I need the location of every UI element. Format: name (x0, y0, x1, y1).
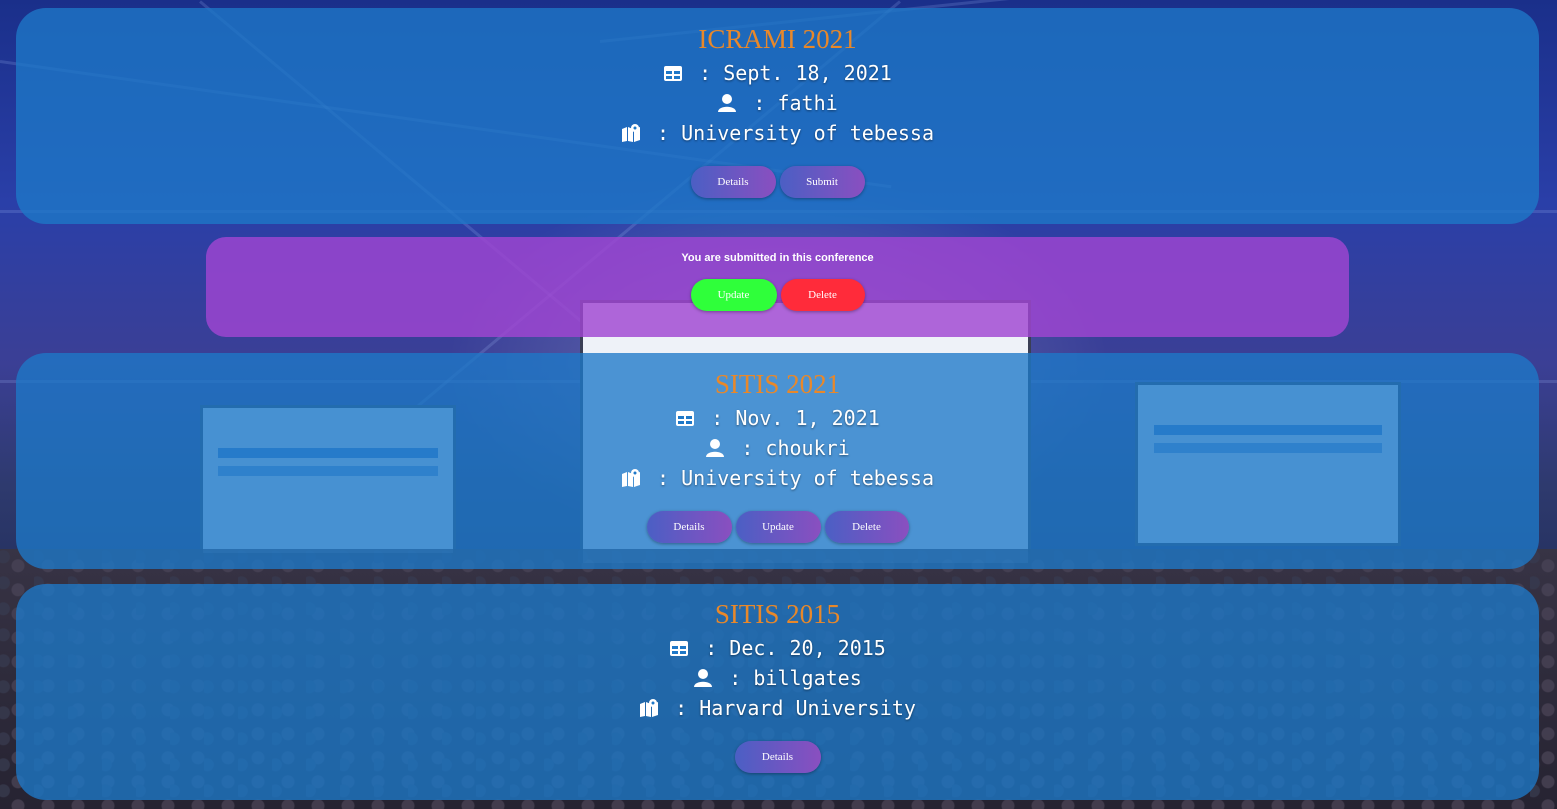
conference-date: Sept. 18, 2021 (723, 61, 892, 85)
conference-location-row: : University of tebessa (16, 123, 1539, 143)
conference-location: University of tebessa (681, 121, 934, 145)
delete-submission-button[interactable]: Delete (780, 279, 865, 311)
conference-user: choukri (765, 436, 850, 460)
update-submission-button[interactable]: Update (690, 279, 777, 311)
conference-user-row: : billgates (16, 668, 1539, 688)
submission-message: You are submitted in this conference (681, 252, 874, 264)
conference-date: Dec. 20, 2015 (729, 636, 886, 660)
map-location-icon (622, 469, 640, 487)
conference-title: SITIS 2021 (714, 369, 841, 399)
conference-location: University of tebessa (681, 466, 934, 490)
conference-location: Harvard University (699, 696, 916, 720)
conference-user: billgates (753, 666, 862, 690)
user-icon (706, 439, 725, 457)
update-button[interactable]: Update (735, 511, 821, 543)
conference-date-row: : Nov. 1, 2021 (16, 408, 1539, 428)
calendar-table-icon (664, 66, 683, 81)
conference-location-row: : University of tebessa (16, 468, 1539, 488)
details-button[interactable]: Details (690, 166, 776, 198)
map-location-icon (622, 124, 640, 142)
conference-user: fathi (777, 91, 838, 115)
conference-card: SITIS 2015 : Dec. 20, 2015 : billgates :… (16, 584, 1539, 800)
conference-user-row: : fathi (16, 93, 1539, 113)
submission-notice: You are submitted in this conference Upd… (206, 237, 1349, 337)
calendar-table-icon (670, 641, 689, 656)
conference-date-row: : Sept. 18, 2021 (16, 63, 1539, 83)
delete-button[interactable]: Delete (824, 511, 909, 543)
conference-date: Nov. 1, 2021 (735, 406, 880, 430)
conference-card: SITIS 2021 : Nov. 1, 2021 : choukri : Un… (16, 353, 1539, 569)
details-button[interactable]: Details (734, 741, 821, 773)
user-icon (718, 94, 737, 112)
submit-button[interactable]: Submit (779, 166, 865, 198)
details-button[interactable]: Details (646, 511, 732, 543)
conference-title: SITIS 2015 (714, 599, 841, 629)
map-location-icon (640, 699, 659, 717)
conference-user-row: : choukri (16, 438, 1539, 458)
user-icon (694, 669, 713, 687)
conference-card: ICRAMI 2021 : Sept. 18, 2021 : fathi : U… (16, 8, 1539, 224)
conference-date-row: : Dec. 20, 2015 (16, 638, 1539, 658)
calendar-table-icon (676, 411, 695, 426)
conference-location-row: : Harvard University (16, 698, 1539, 718)
conference-title: ICRAMI 2021 (698, 24, 857, 54)
